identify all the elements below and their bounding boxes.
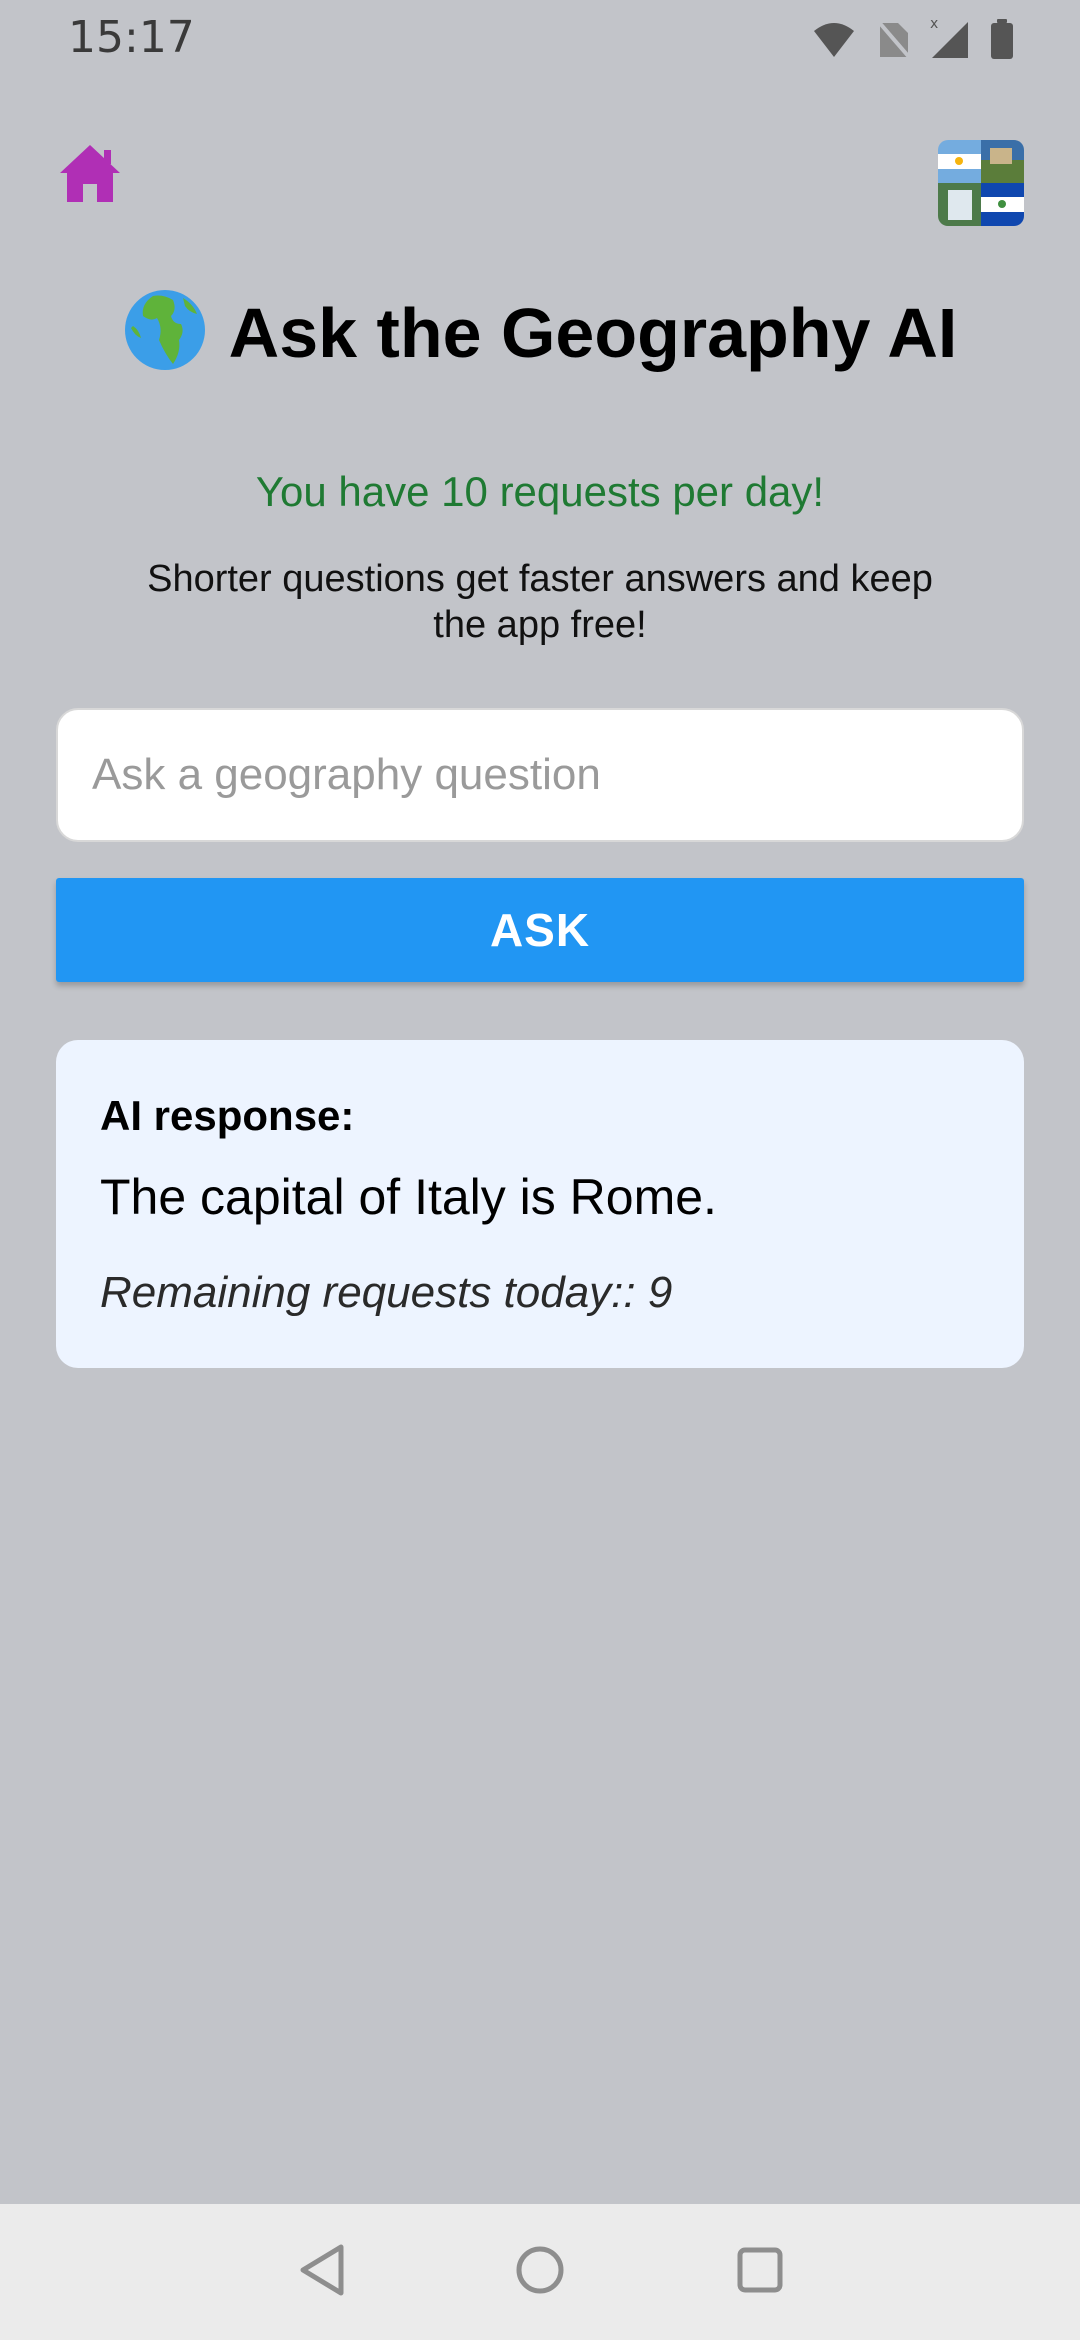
- status-bar: 15:17 x: [0, 0, 1080, 80]
- recents-icon: [735, 2245, 785, 2300]
- flags-collage-avatar[interactable]: [938, 140, 1024, 226]
- ask-button[interactable]: ASK: [56, 878, 1024, 982]
- question-input[interactable]: [56, 708, 1024, 842]
- home-nav-button[interactable]: [510, 2242, 570, 2302]
- remaining-requests: Remaining requests today:: 9: [100, 1268, 673, 1317]
- response-card: AI response: The capital of Italy is Rom…: [56, 1040, 1024, 1368]
- wifi-icon: [812, 19, 856, 59]
- no-sim-icon: [876, 19, 910, 59]
- battery-icon: [990, 18, 1014, 60]
- hint-text: Shorter questions get faster answers and…: [147, 558, 933, 646]
- response-heading: AI response:: [100, 1092, 355, 1139]
- globe-africa-europe-icon: [123, 288, 207, 377]
- home-icon: [58, 142, 122, 209]
- home-circle-icon: [514, 2244, 566, 2301]
- status-time: 15:17: [68, 12, 195, 63]
- svg-text:x: x: [930, 18, 938, 32]
- signal-icon: x: [930, 18, 970, 60]
- page-title: Ask the Geography AI: [228, 293, 958, 372]
- status-icons: x: [812, 18, 1014, 60]
- home-button[interactable]: [55, 140, 125, 210]
- navigation-bar: [0, 2204, 1080, 2340]
- back-icon: [297, 2243, 347, 2302]
- recents-button[interactable]: [730, 2242, 790, 2302]
- title-row: Ask the Geography AI: [0, 288, 1080, 377]
- response-answer: The capital of Italy is Rome.: [100, 1169, 717, 1225]
- back-button[interactable]: [292, 2242, 352, 2302]
- requests-per-day-note: You have 10 requests per day!: [255, 468, 825, 515]
